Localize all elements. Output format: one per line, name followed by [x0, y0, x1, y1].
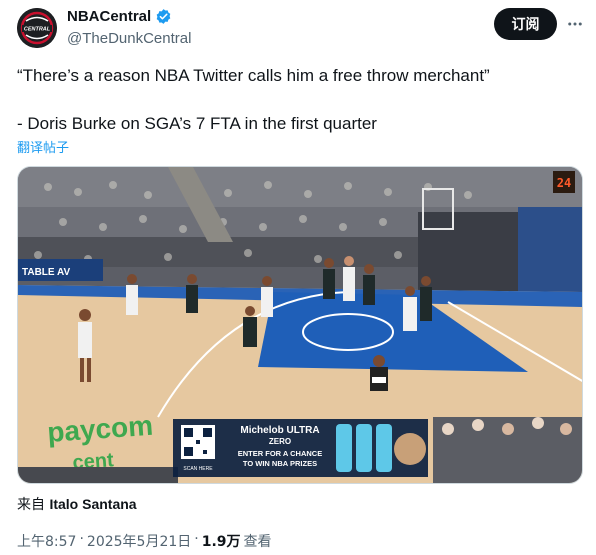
tweet-text: “There’s a reason NBA Twitter calls him … — [17, 64, 577, 136]
more-icon[interactable] — [563, 12, 587, 36]
ad-sub-text: ZERO — [269, 437, 291, 446]
ad-scan-text: SCAN HERE — [183, 466, 213, 472]
avatar[interactable]: CENTRAL — [17, 8, 57, 48]
verified-badge-icon[interactable] — [155, 8, 172, 25]
tweet-text-line-1: “There’s a reason NBA Twitter calls him … — [17, 66, 490, 85]
avatar-logo-text: CENTRAL — [24, 27, 51, 33]
translate-post-link[interactable]: 翻译帖子 — [17, 137, 69, 156]
subscribe-button[interactable]: 订阅 — [494, 8, 557, 40]
video-frame: 24 TABLE AV colbase — [18, 167, 582, 483]
ad-title-text: Michelob ULTRA — [240, 425, 319, 436]
author-display-name[interactable]: NBACentral — [67, 8, 151, 25]
video-media[interactable]: 24 TABLE AV colbase — [17, 166, 583, 484]
tweet-text-line-2: - Doris Burke on SGA’s 7 FTA in the firs… — [17, 114, 377, 133]
nba-central-logo-icon: CENTRAL — [17, 8, 57, 48]
source-row: 来自 Italo Santana — [17, 494, 137, 514]
author-handle[interactable]: @TheDunkCentral — [67, 30, 191, 47]
ad-line-1: ENTER FOR A CHANCE — [238, 449, 322, 458]
tweet-time[interactable]: 上午8:57 — [17, 531, 76, 551]
author-name-row: NBACentral — [67, 8, 172, 25]
meta-separator: · — [79, 531, 84, 547]
tweet-meta-row: 上午8:57 · 2025年5月21日 · 1.9万 查看 — [17, 531, 272, 551]
shot-clock-text: 24 — [557, 176, 571, 190]
source-name-link[interactable]: Italo Santana — [49, 496, 136, 512]
views-count: 1.9万 — [201, 534, 241, 550]
tweet-date[interactable]: 2025年5月21日 — [87, 531, 191, 551]
meta-separator: · — [194, 531, 199, 547]
views-label: 查看 — [243, 534, 272, 550]
ad-line-2: TO WIN NBA PRIZES — [243, 459, 317, 468]
board-left-text: TABLE AV — [22, 267, 70, 278]
source-prefix: 来自 — [17, 497, 45, 513]
